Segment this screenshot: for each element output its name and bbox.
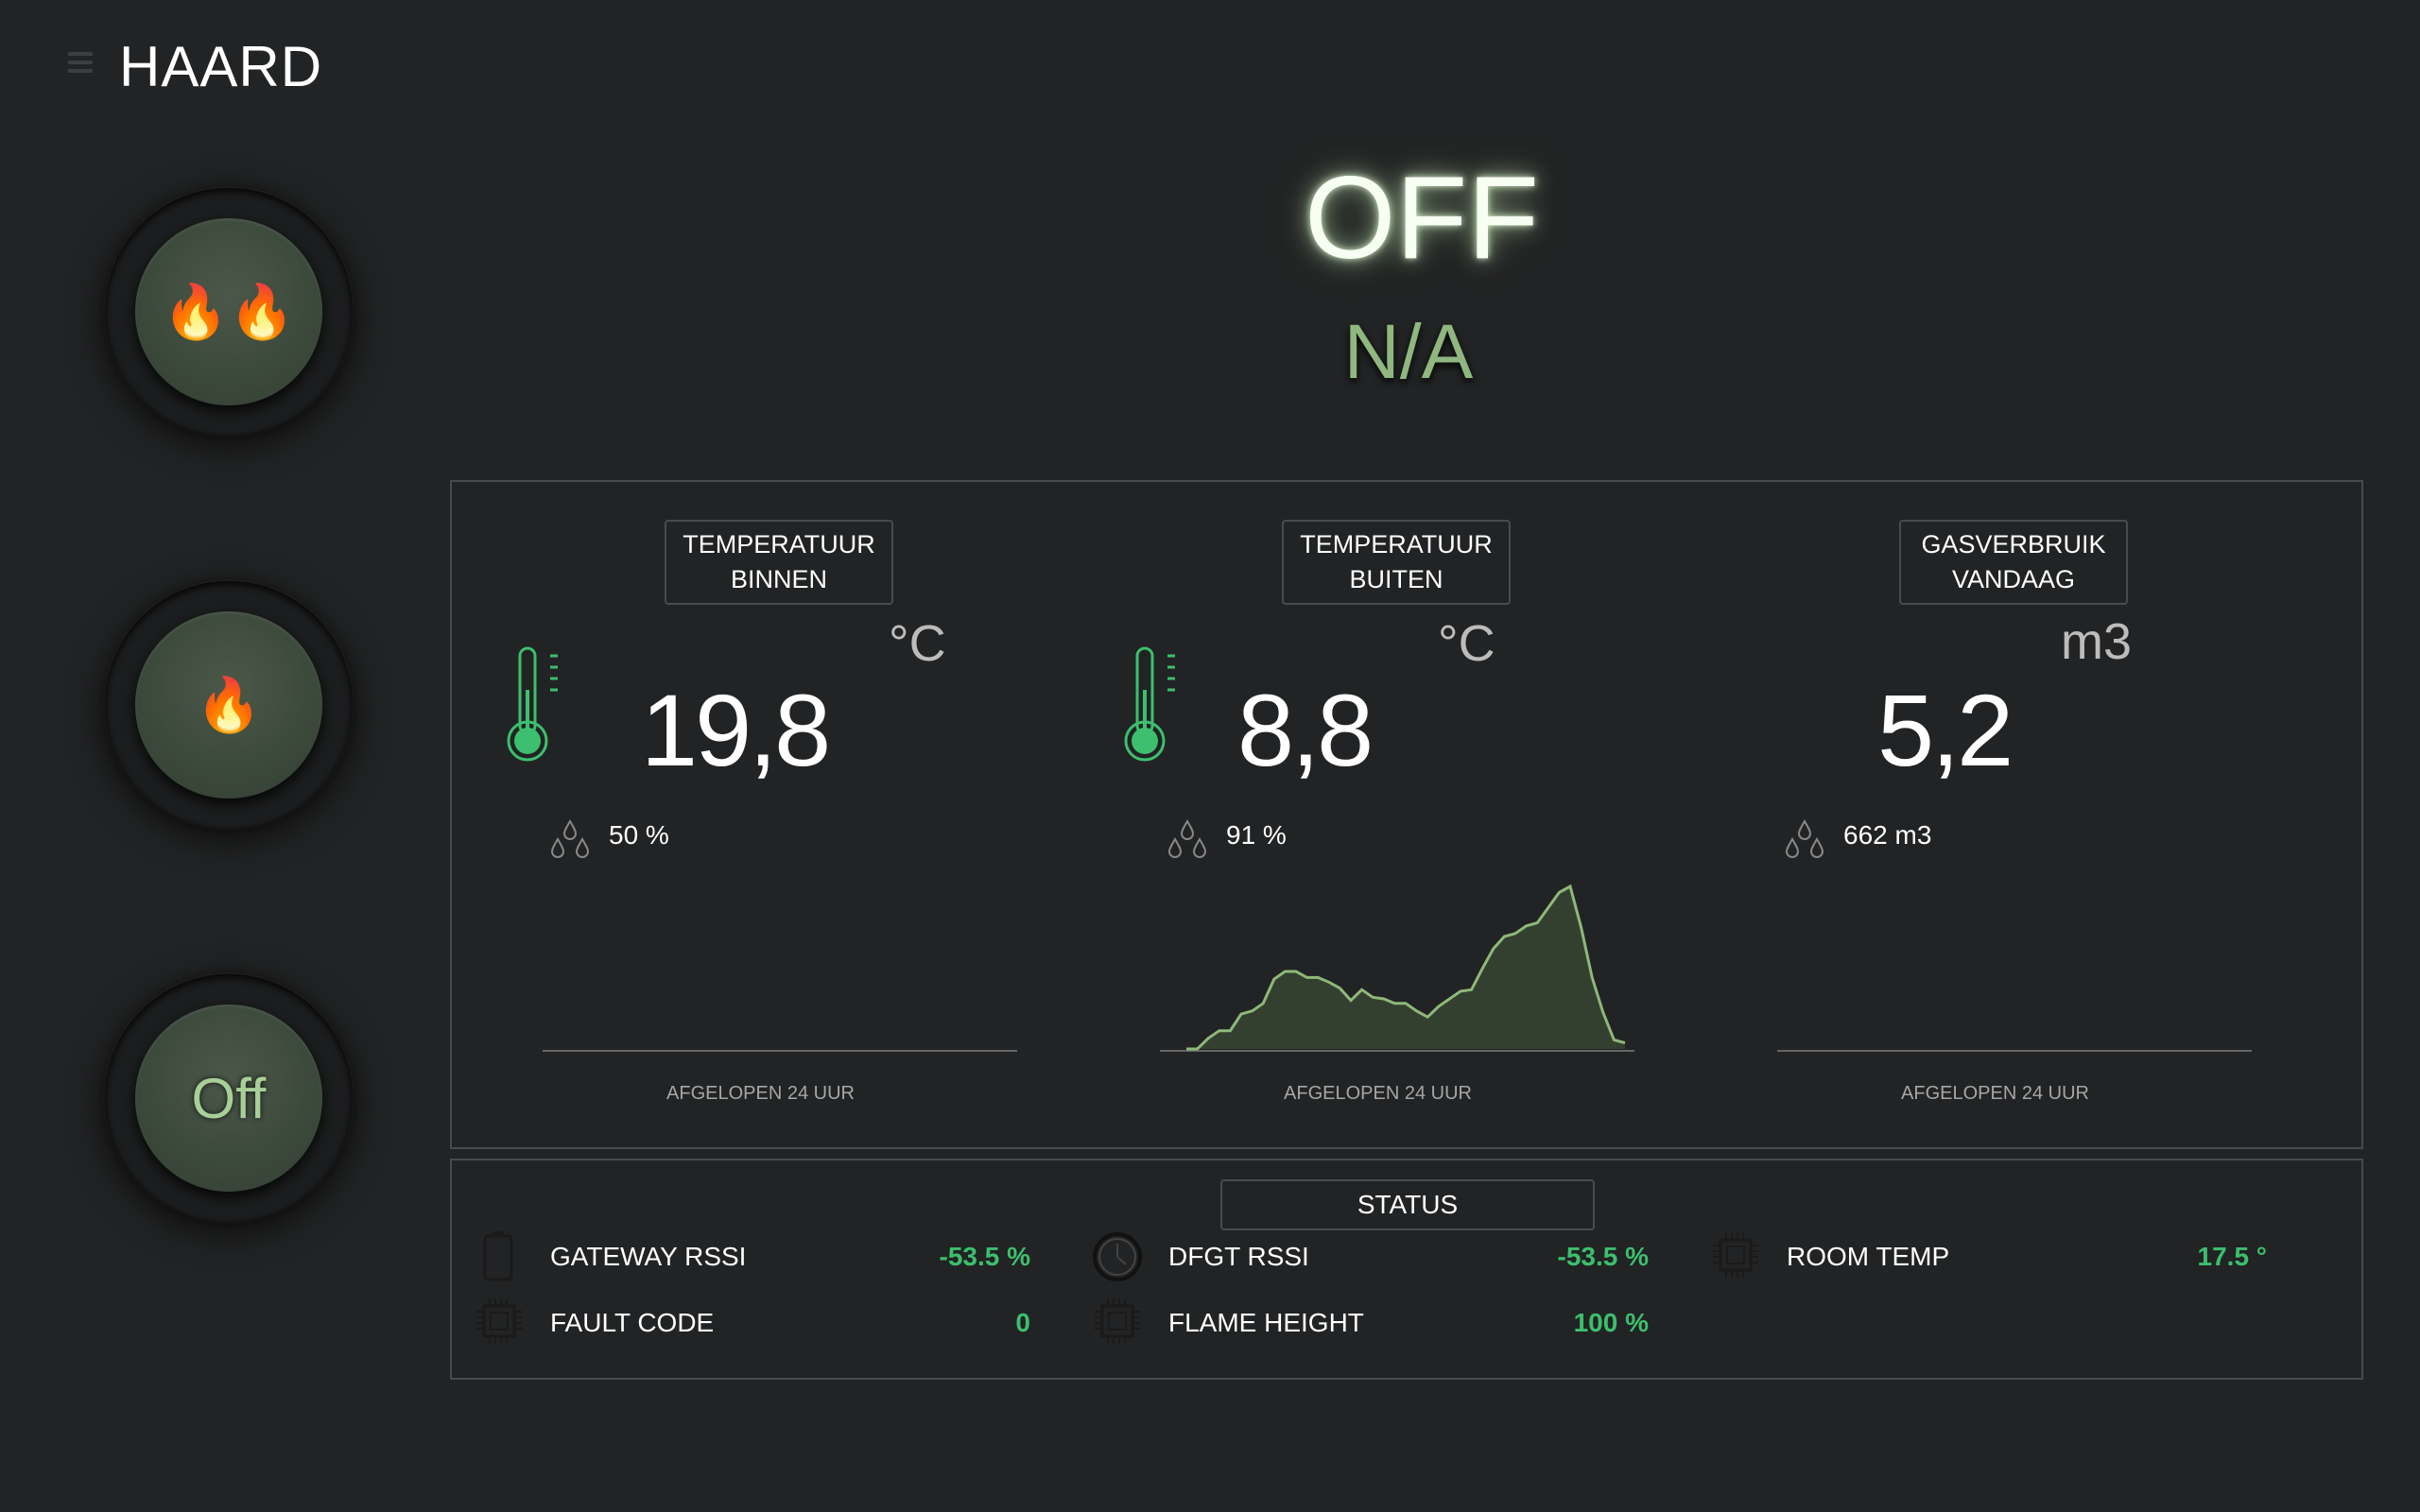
sensor-indoor: TEMPERATUUR BINNEN 19,8 °C 50 % AFGELOPE… bbox=[452, 482, 1069, 1143]
sensors-panel: TEMPERATUUR BINNEN 19,8 °C 50 % AFGELOPE… bbox=[450, 480, 2363, 1149]
sensor-title-line2: BUITEN bbox=[1349, 565, 1443, 593]
drops-icon bbox=[1785, 818, 1824, 858]
sensor-unit: °C bbox=[889, 615, 946, 672]
sensor-secondary: 662 m3 bbox=[1843, 820, 1932, 850]
sensor-chart bbox=[1777, 1050, 2252, 1052]
chart-caption: AFGELOPEN 24 UUR bbox=[1901, 1083, 2089, 1104]
status-value: 0 bbox=[1015, 1308, 1030, 1337]
chip-icon bbox=[1713, 1232, 1758, 1278]
status-value: -53.5 % bbox=[939, 1242, 1031, 1271]
sensor-secondary: 50 % bbox=[609, 820, 669, 850]
thermometer-icon bbox=[1124, 646, 1175, 762]
flames-low-button[interactable]: 🔥 bbox=[135, 611, 322, 799]
sensor-gas: GASVERBRUIK VANDAAG 5,2 m3 662 m3 AFGELO… bbox=[1686, 482, 2304, 1143]
clock-icon bbox=[1093, 1232, 1142, 1281]
sensor-title-line2: VANDAAG bbox=[1951, 565, 2076, 593]
fireplace-status: OFF bbox=[1305, 153, 1539, 284]
sensor-value: 8,8 bbox=[1237, 673, 1374, 787]
sensor-value: 19,8 bbox=[641, 673, 831, 787]
fireplace-substatus: N/A bbox=[1343, 309, 1474, 395]
off-button[interactable]: Off bbox=[135, 1005, 322, 1192]
status-label: FLAME HEIGHT bbox=[1168, 1308, 1364, 1337]
humidity-icon bbox=[1167, 818, 1207, 858]
status-row-room-temp: ROOM TEMP 17.5 ° bbox=[1709, 1228, 2314, 1278]
flames-high-button[interactable]: 🔥🔥 bbox=[135, 218, 322, 405]
status-row-gateway-rssi: GATEWAY RSSI -53.5 % bbox=[473, 1228, 1078, 1281]
off-button-label: Off bbox=[191, 1066, 267, 1130]
status-label: DFGT RSSI bbox=[1168, 1242, 1309, 1271]
sensor-title-line1: GASVERBRUIK bbox=[1921, 530, 2106, 558]
status-label: FAULT CODE bbox=[550, 1308, 715, 1337]
sensor-title: TEMPERATUUR BUITEN bbox=[1282, 520, 1511, 605]
flames-low-ring: 🔥 bbox=[105, 581, 353, 829]
sensor-title: TEMPERATUUR BINNEN bbox=[665, 520, 893, 605]
status-row-fault-code: FAULT CODE 0 bbox=[473, 1295, 1078, 1344]
status-value: 17.5 ° bbox=[2197, 1242, 2267, 1271]
sensor-title-line2: BINNEN bbox=[730, 565, 827, 593]
chip-icon bbox=[1095, 1298, 1140, 1344]
thermometer-icon bbox=[507, 646, 558, 762]
status-label: ROOM TEMP bbox=[1787, 1242, 1950, 1271]
flames-high-ring: 🔥🔥 bbox=[105, 188, 353, 436]
sensor-value: 5,2 bbox=[1877, 673, 2014, 787]
sensor-chart bbox=[543, 1050, 1017, 1052]
double-flame-icon: 🔥🔥 bbox=[163, 282, 295, 341]
chart-caption: AFGELOPEN 24 UUR bbox=[666, 1083, 855, 1104]
status-value: 100 % bbox=[1573, 1308, 1649, 1337]
humidity-icon bbox=[550, 818, 590, 858]
sensor-secondary: 91 % bbox=[1226, 820, 1287, 850]
sensor-unit: m3 bbox=[2061, 613, 2133, 670]
battery-icon bbox=[483, 1231, 513, 1281]
status-value: -53.5 % bbox=[1557, 1242, 1650, 1271]
sensor-title-line1: TEMPERATUUR bbox=[683, 530, 875, 558]
sensor-title: GASVERBRUIK VANDAAG bbox=[1899, 520, 2128, 605]
status-row-flame-height: FLAME HEIGHT 100 % bbox=[1091, 1295, 1696, 1344]
status-panel: STATUS GATEWAY RSSI -53.5 % DFGT RSSI -5… bbox=[450, 1159, 2363, 1380]
status-title: STATUS bbox=[1220, 1179, 1595, 1230]
sensor-unit: °C bbox=[1438, 615, 1495, 672]
sensor-chart bbox=[1160, 884, 1634, 1052]
sensor-outdoor: TEMPERATUUR BUITEN 8,8 °C 91 % AFGELOPEN… bbox=[1069, 482, 1686, 1143]
chip-icon bbox=[476, 1298, 522, 1344]
menu-icon[interactable] bbox=[68, 52, 93, 73]
chart-caption: AFGELOPEN 24 UUR bbox=[1284, 1083, 1472, 1104]
status-label: GATEWAY RSSI bbox=[550, 1242, 747, 1271]
app-title: HAARD bbox=[119, 35, 323, 98]
status-row-dfgt-rssi: DFGT RSSI -53.5 % bbox=[1091, 1228, 1696, 1281]
chart-area bbox=[1186, 886, 1625, 1049]
off-ring: Off bbox=[105, 974, 353, 1222]
flame-icon: 🔥 bbox=[196, 675, 262, 734]
sensor-title-line1: TEMPERATUUR bbox=[1300, 530, 1493, 558]
